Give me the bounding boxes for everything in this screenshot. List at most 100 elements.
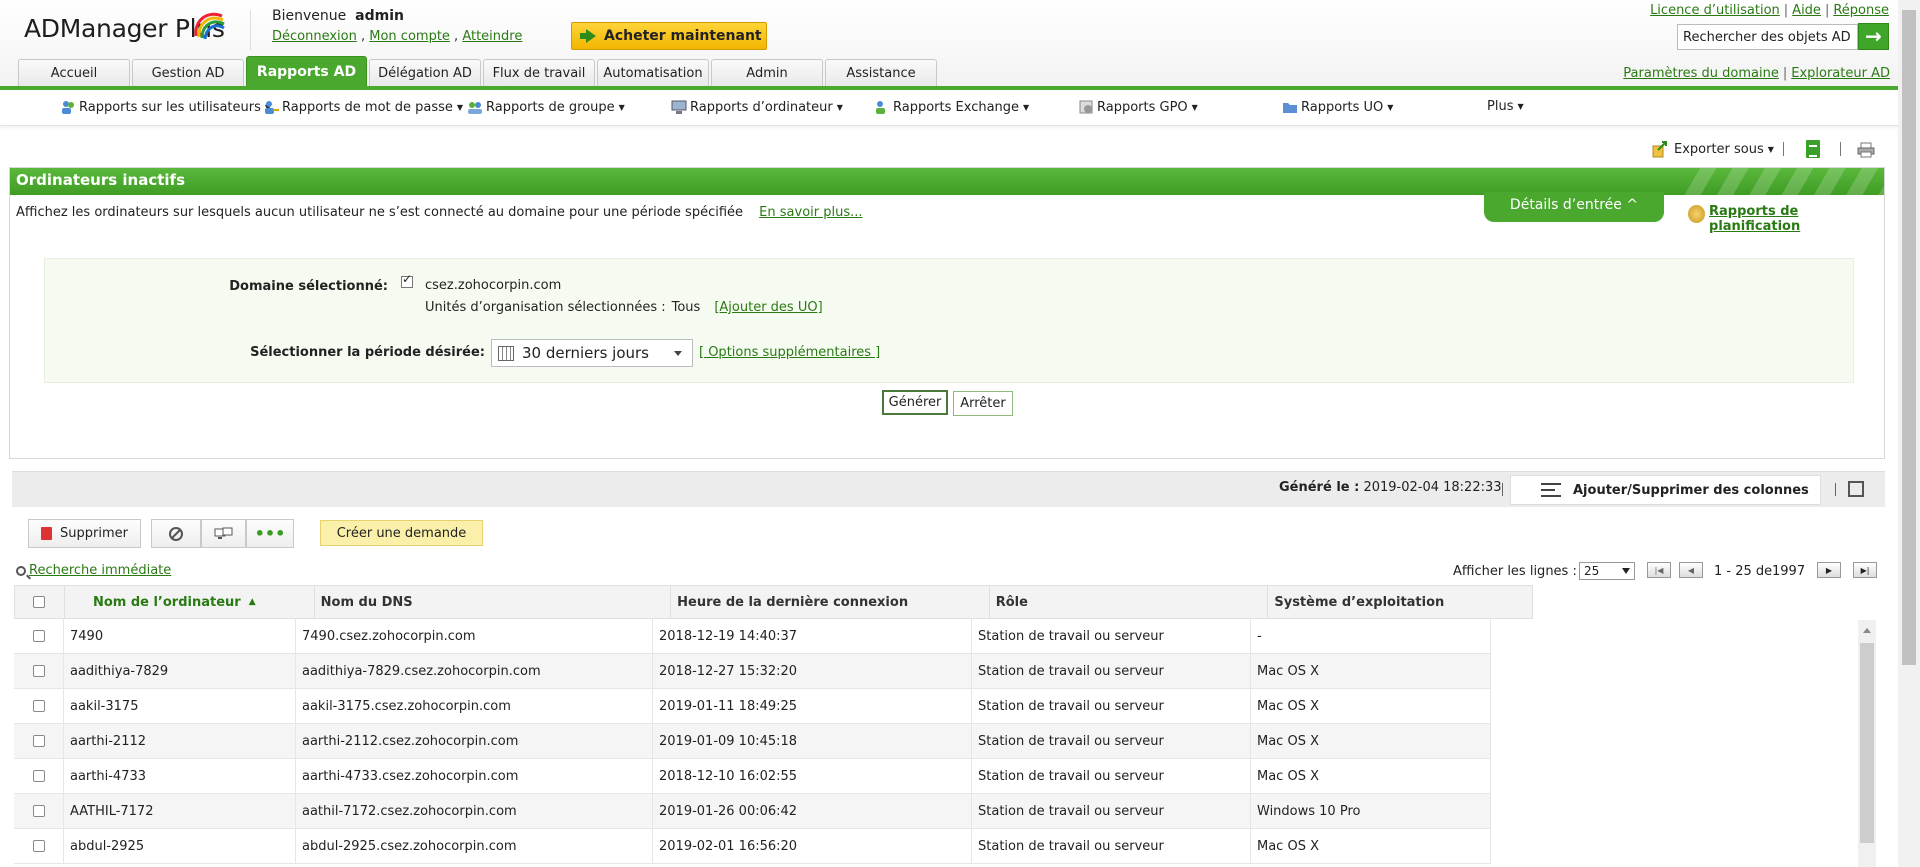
add-ou-link[interactable]: [Ajouter des UO]: [714, 300, 822, 315]
ad-explorer-link[interactable]: Explorateur AD: [1791, 66, 1890, 81]
col-os[interactable]: Système d’exploitation: [1268, 586, 1532, 618]
schedule-reports-link[interactable]: Rapports de planification: [1688, 204, 1884, 234]
submenu-ou-reports[interactable]: Rapports UO ▼: [1282, 99, 1393, 115]
cell-dns-name: abdul-2925.csez.zohocorpin.com: [296, 829, 653, 863]
table-row[interactable]: aarthi-4733 aarthi-4733.csez.zohocorpin.c…: [14, 759, 1491, 794]
cell-last-logon: 2019-02-01 16:56:20: [653, 829, 972, 863]
submenu-gpo-reports[interactable]: Rapports GPO ▼: [1078, 99, 1198, 115]
stop-button[interactable]: Arrêter: [953, 391, 1013, 416]
domain-label: Domaine sélectionné:: [229, 279, 388, 294]
search-go-button[interactable]: →: [1858, 23, 1889, 50]
users-icon: [60, 99, 76, 115]
tab-rapports-ad[interactable]: Rapports AD: [246, 56, 367, 86]
col-dns-name[interactable]: Nom du DNS: [315, 586, 672, 618]
export-menu[interactable]: Exporter sous ▼: [1652, 140, 1774, 158]
buy-now-button[interactable]: Acheter maintenant: [571, 22, 767, 50]
help-link[interactable]: Aide: [1792, 3, 1821, 18]
quick-search[interactable]: Recherche immédiate: [16, 563, 171, 578]
col-last-logon[interactable]: Heure de la dernière connexion: [671, 586, 990, 618]
header-divider: [250, 10, 251, 50]
account-links: Déconnexion , Mon compte , Atteindre: [272, 29, 523, 44]
tab-assistance[interactable]: Assistance: [825, 59, 937, 86]
row-select-cell: [14, 619, 64, 653]
submenu-group-reports[interactable]: Rapports de groupe ▼: [467, 99, 625, 115]
submenu-password-reports[interactable]: Rapports de mot de passe ▼: [263, 99, 463, 115]
submenu-user-reports[interactable]: Rapports sur les utilisateurs ▼: [60, 99, 271, 115]
next-page-button[interactable]: ▶: [1817, 562, 1841, 578]
print-icon[interactable]: [1857, 142, 1875, 158]
user-key-icon: [263, 99, 279, 115]
ellipsis-icon: •••: [254, 524, 286, 543]
row-checkbox[interactable]: [32, 805, 45, 817]
logo-swirl-icon: [194, 12, 225, 40]
cell-dns-name: aarthi-2112.csez.zohocorpin.com: [296, 724, 653, 758]
table-scrollbar[interactable]: [1858, 620, 1876, 867]
cell-computer-name: 7490: [64, 619, 296, 653]
delete-button[interactable]: Supprimer: [28, 519, 141, 548]
cell-last-logon: 2018-12-19 14:40:37: [653, 619, 972, 653]
tab-automatisation[interactable]: Automatisation: [597, 59, 709, 86]
tab-gestion-ad[interactable]: Gestion AD: [132, 59, 244, 86]
more-options-link[interactable]: [ Options supplémentaires ]: [699, 345, 880, 360]
logout-link[interactable]: Déconnexion: [272, 29, 357, 44]
select-all-checkbox[interactable]: [33, 596, 46, 608]
submenu-computer-reports[interactable]: Rapports d’ordinateur ▼: [671, 99, 843, 115]
table-row[interactable]: abdul-2925 abdul-2925.csez.zohocorpin.com…: [14, 829, 1491, 864]
ad-object-search-input[interactable]: [1677, 24, 1858, 50]
domain-checkbox[interactable]: [401, 272, 413, 288]
row-checkbox[interactable]: [32, 665, 45, 677]
license-link[interactable]: Licence d’utilisation: [1650, 3, 1780, 18]
cell-os: Mac OS X: [1251, 654, 1491, 688]
table-row[interactable]: aarthi-2112 aarthi-2112.csez.zohocorpin.c…: [14, 724, 1491, 759]
row-checkbox[interactable]: [32, 770, 45, 782]
group-icon: [467, 99, 483, 115]
rows-per-page-label: Afficher les lignes :: [1453, 564, 1577, 579]
last-page-button[interactable]: ▶|: [1853, 562, 1877, 578]
row-checkbox[interactable]: [32, 840, 45, 852]
main-tabs: Accueil Gestion AD Rapports AD Délégation A…: [18, 56, 939, 86]
move-computer-button[interactable]: [201, 519, 246, 548]
prev-page-button[interactable]: ◀: [1679, 562, 1703, 578]
submenu-exchange-reports[interactable]: Rapports Exchange ▼: [874, 99, 1029, 115]
tab-flux-de-travail[interactable]: Flux de travail: [483, 59, 595, 86]
domain-settings-link[interactable]: Paramètres du domaine: [1623, 66, 1779, 81]
col-role[interactable]: Rôle: [990, 586, 1269, 618]
more-actions-button[interactable]: •••: [246, 519, 294, 548]
tab-d-l-gation-ad[interactable]: Délégation AD: [369, 59, 481, 86]
row-checkbox[interactable]: [32, 735, 45, 747]
period-dropdown[interactable]: 30 derniers jours: [491, 339, 693, 367]
rows-per-page-select[interactable]: 25: [1579, 562, 1635, 580]
cell-computer-name: aarthi-4733: [64, 759, 296, 793]
report-input-panel: Ordinateurs inactifs Affichez les ordina…: [9, 167, 1885, 459]
table-row[interactable]: aadithiya-7829 aadithiya-7829.csez.zohoco…: [14, 654, 1491, 689]
add-remove-columns-button[interactable]: Ajouter/Supprimer des colonnes: [1510, 475, 1821, 505]
goto-link[interactable]: Atteindre: [462, 29, 522, 44]
response-link[interactable]: Réponse: [1833, 3, 1889, 18]
tab-accueil[interactable]: Accueil: [18, 59, 130, 86]
row-select-cell: [14, 829, 64, 863]
table-row[interactable]: aakil-3175 aakil-3175.csez.zohocorpin.com…: [14, 689, 1491, 724]
my-account-link[interactable]: Mon compte: [369, 29, 450, 44]
calendar-icon: [498, 345, 514, 361]
table-row[interactable]: AATHIL-7172 aathil-7172.csez.zohocorpin.c…: [14, 794, 1491, 829]
col-computer-name[interactable]: Nom de l’ordinateur ▲: [65, 586, 315, 618]
cell-computer-name: aakil-3175: [64, 689, 296, 723]
create-request-button[interactable]: Créer une demande: [320, 520, 483, 546]
fullscreen-icon[interactable]: [1848, 481, 1864, 497]
exchange-user-icon: [874, 99, 890, 115]
app-header: ADManager Plus Bienvenue admin Déconnexi…: [0, 0, 1920, 90]
document-icon[interactable]: [1806, 140, 1820, 158]
input-details-toggle[interactable]: Détails d’entrée ^: [1484, 192, 1664, 222]
first-page-button[interactable]: |◀: [1647, 562, 1671, 578]
table-row[interactable]: 7490 7490.csez.zohocorpin.com 2018-12-19 1…: [14, 619, 1491, 654]
row-checkbox[interactable]: [32, 700, 45, 712]
submenu-more[interactable]: Plus ▼: [1487, 99, 1524, 114]
cell-role: Station de travail ou serveur: [972, 794, 1251, 828]
disable-button[interactable]: [151, 519, 201, 548]
row-checkbox[interactable]: [32, 630, 45, 642]
page-scrollbar[interactable]: [1898, 0, 1920, 867]
generate-button[interactable]: Générer: [882, 390, 948, 415]
disable-icon: [169, 526, 183, 541]
tab-admin[interactable]: Admin: [711, 59, 823, 86]
learn-more-link[interactable]: En savoir plus...: [759, 205, 862, 220]
